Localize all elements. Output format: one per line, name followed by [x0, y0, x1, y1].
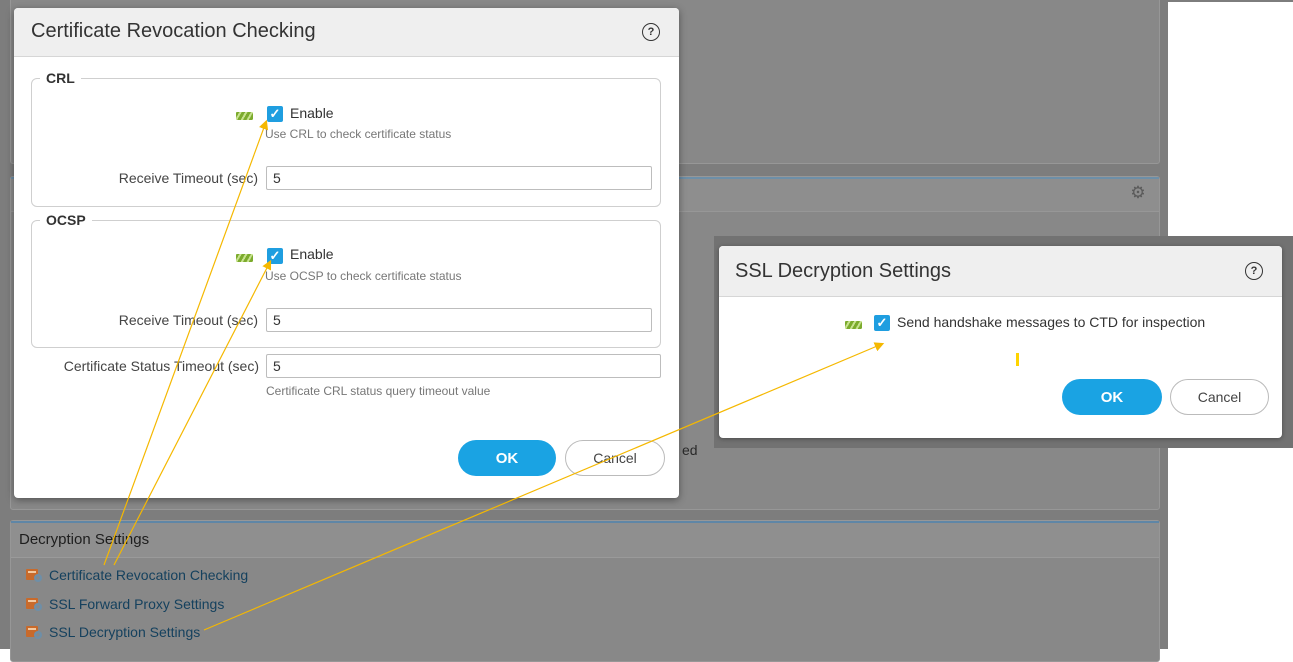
link-ssl-forward-proxy-settings[interactable]: SSL Forward Proxy Settings — [25, 594, 224, 614]
link-certificate-revocation-checking[interactable]: Certificate Revocation Checking — [25, 565, 248, 585]
crl-enable-label: Enable — [290, 105, 334, 121]
status-timeout-help: Certificate CRL status query timeout val… — [266, 384, 491, 398]
template-status-icon — [236, 254, 253, 262]
dialog-title: SSL Decryption Settings — [735, 260, 952, 282]
ocsp-enable-help: Use OCSP to check certificate status — [265, 269, 462, 283]
background-text-fragment: ed — [682, 442, 698, 458]
certificate-settings-icon — [26, 626, 42, 639]
help-icon[interactable]: ? — [1245, 262, 1263, 280]
crl-enable-checkbox[interactable]: ✓ — [267, 106, 283, 122]
link-label: SSL Forward Proxy Settings — [49, 596, 225, 612]
status-timeout-input[interactable] — [266, 354, 661, 378]
dialog-header: Certificate Revocation Checking ? — [14, 8, 679, 57]
cursor-marker — [1016, 353, 1019, 366]
ocsp-timeout-input[interactable] — [266, 308, 652, 332]
link-ssl-decryption-settings[interactable]: SSL Decryption Settings — [25, 622, 200, 642]
certificate-settings-icon — [26, 598, 42, 611]
decryption-settings-panel: Decryption Settings Certificate Revocati… — [10, 520, 1160, 662]
ocsp-timeout-label: Receive Timeout (sec) — [118, 312, 258, 328]
help-icon[interactable]: ? — [642, 23, 660, 41]
ocsp-enable-label: Enable — [290, 246, 334, 262]
link-label: SSL Decryption Settings — [49, 624, 201, 640]
crl-timeout-input[interactable] — [266, 166, 652, 190]
gear-icon[interactable]: ⚙ — [1129, 184, 1147, 202]
crl-legend: CRL — [46, 70, 75, 86]
ocsp-legend: OCSP — [46, 212, 86, 228]
crl-enable-help: Use CRL to check certificate status — [265, 127, 452, 141]
ok-button[interactable]: OK — [458, 440, 556, 476]
ok-button[interactable]: OK — [1062, 379, 1162, 415]
send-handshake-checkbox[interactable]: ✓ — [874, 315, 890, 331]
decryption-settings-header: Decryption Settings — [11, 521, 1159, 558]
link-label: Certificate Revocation Checking — [49, 567, 249, 583]
dialog-title: Certificate Revocation Checking — [31, 20, 316, 42]
ssl-decryption-settings-dialog: SSL Decryption Settings ? ✓ Send handsha… — [719, 246, 1282, 438]
send-handshake-label: Send handshake messages to CTD for inspe… — [897, 314, 1206, 330]
template-status-icon — [236, 112, 253, 120]
cancel-button[interactable]: Cancel — [1170, 379, 1269, 415]
crl-timeout-label: Receive Timeout (sec) — [118, 170, 258, 186]
certificate-revocation-checking-dialog: Certificate Revocation Checking ? CRL ✓ … — [14, 8, 679, 498]
status-timeout-label: Certificate Status Timeout (sec) — [63, 358, 259, 374]
dialog-header: SSL Decryption Settings ? — [719, 246, 1282, 297]
certificate-settings-icon — [26, 569, 42, 582]
template-status-icon — [845, 321, 862, 329]
ocsp-enable-checkbox[interactable]: ✓ — [267, 248, 283, 264]
cancel-button[interactable]: Cancel — [565, 440, 665, 476]
